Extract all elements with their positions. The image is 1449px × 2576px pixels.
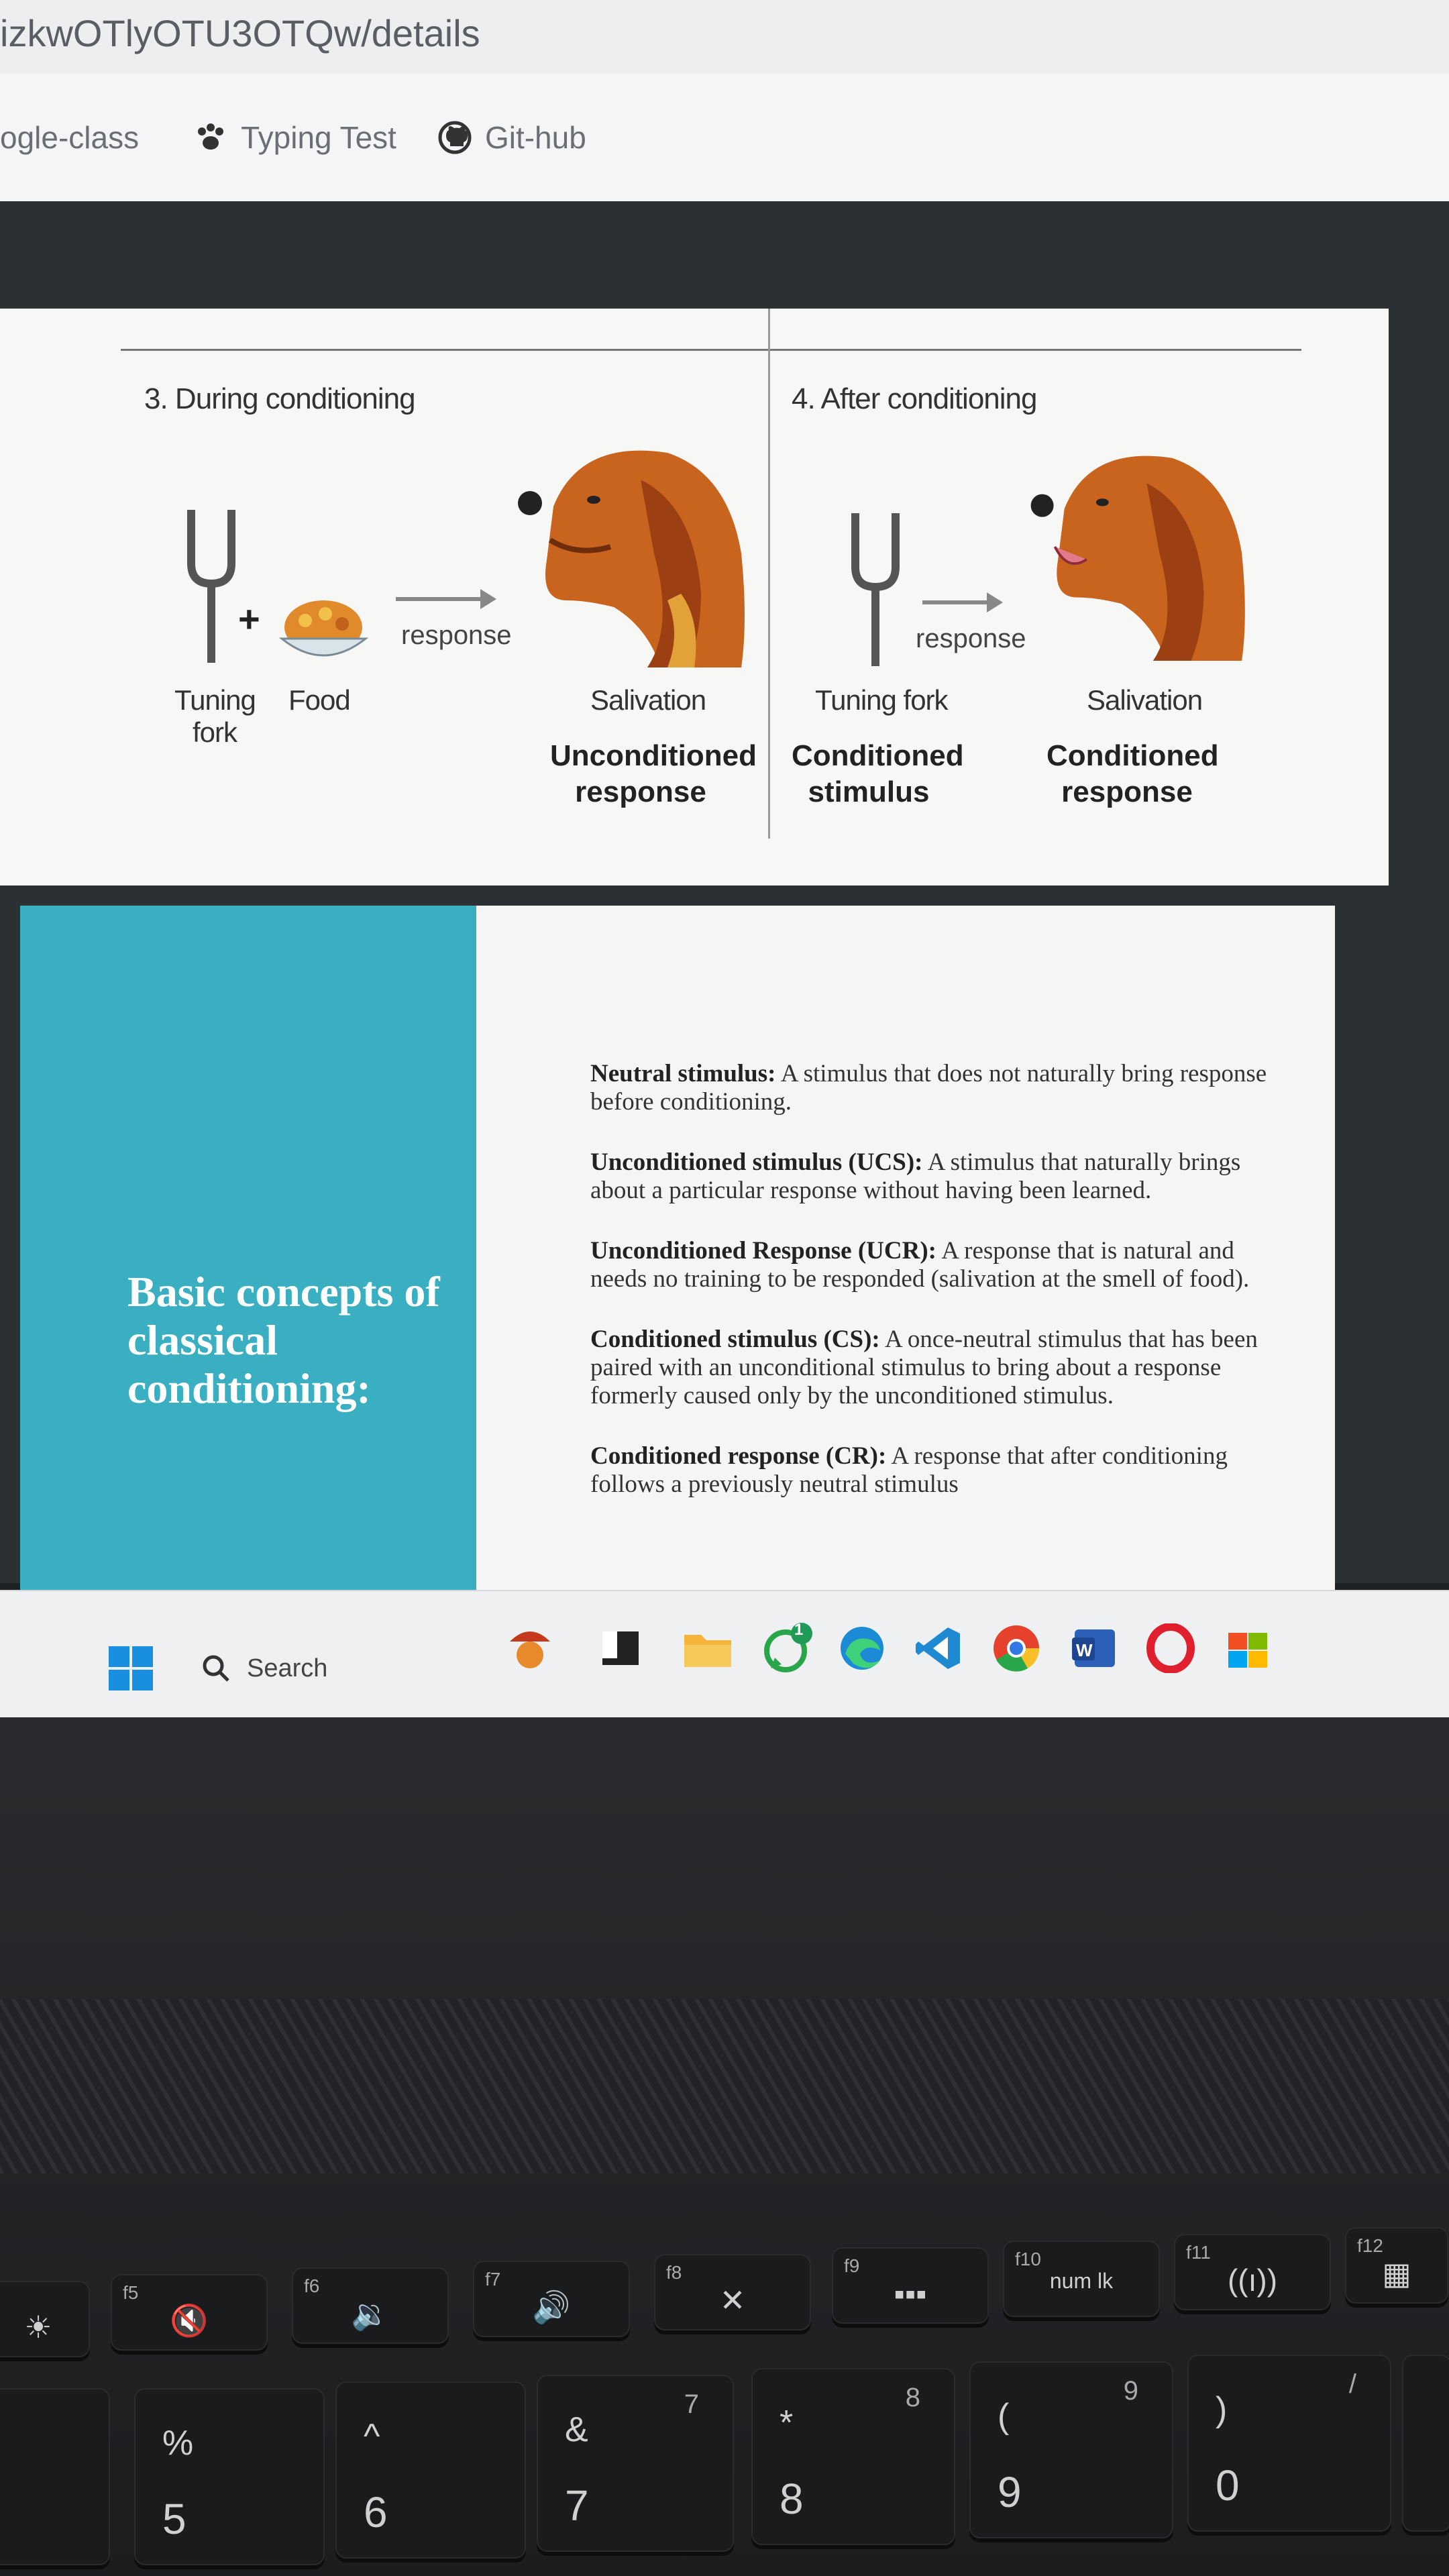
speaker-mute-icon: 🔇 [170,2303,209,2338]
bookmark-label: ogle-class [0,120,140,155]
address-bar[interactable]: izkwOTlyOTU3OTQw/details [0,0,1449,74]
svg-text:W: W [1076,1640,1093,1660]
response-label: response [401,621,512,650]
f9-key[interactable]: f9 ▪▪▪ [832,2247,989,2324]
key-minus[interactable] [1402,2355,1449,2532]
volume-up-icon: 🔊 [532,2290,571,2324]
keyboard-backlight-icon: ▪▪▪ [894,2276,927,2311]
definition-item: Unconditioned stimulus (UCS): A stimulus… [590,1148,1275,1205]
windows-start-icon[interactable] [107,1645,154,1692]
microsoft-store-icon[interactable] [1218,1618,1278,1678]
tuning-fork-caption: Tuning fork [174,684,256,748]
panel-divider [768,309,770,839]
slide-top-rule [121,349,1301,351]
key-8[interactable]: * 8 8 [751,2368,955,2545]
key-4[interactable] [0,2388,110,2565]
calendar-icon: ▦ [1382,2256,1411,2291]
dog-illustration [518,450,745,667]
mic-mute-icon: ✕ [719,2283,746,2318]
notification-badge: 1 [794,1621,804,1639]
unconditioned-response-caption: Unconditioned response [550,739,757,808]
definition-item: Conditioned stimulus (CS): A once-neutra… [590,1326,1275,1410]
airplane-mode-icon: ((ı)) [1227,2263,1278,2298]
search-label: Search [247,1654,328,1682]
brightness-key[interactable]: ☀ [0,2281,90,2357]
tuning-fork-icon [187,510,235,663]
bookmark-google-class[interactable]: ogle-class [0,119,139,156]
edge-icon[interactable] [832,1618,892,1678]
definition-term: Unconditioned Response (UCR): [590,1237,936,1265]
f10-key[interactable]: f10 num lk [1003,2241,1160,2317]
conditioned-stimulus-caption: Conditioned stimulus [792,739,964,808]
file-explorer-icon[interactable] [678,1618,738,1678]
key-5[interactable]: % 5 [134,2388,325,2565]
salivation-caption-right: Salivation [1087,684,1203,716]
response-arrow [396,589,496,609]
bookmark-label: Git-hub [484,120,586,155]
definition-list: Neutral stimulus: A stimulus that does n… [590,1060,1275,1531]
panel3-title: 3. During conditioning [144,382,416,415]
vscode-icon[interactable] [909,1618,969,1678]
terminal-icon[interactable] [590,1618,651,1678]
definition-term: Neutral stimulus: [590,1060,776,1087]
definition-item: Conditioned response (CR): A response th… [590,1442,1275,1499]
bookmark-label: Typing Test [241,120,396,155]
definition-item: Neutral stimulus: A stimulus that does n… [590,1060,1275,1116]
definition-item: Unconditioned Response (UCR): A response… [590,1237,1275,1293]
pirate-app-icon[interactable] [500,1618,560,1678]
salivation-caption-left: Salivation [590,684,706,716]
f6-key[interactable]: f6 🔉 [292,2267,449,2344]
f7-key[interactable]: f7 🔊 [473,2261,630,2337]
search-icon [203,1655,229,1682]
url-text: izkwOTlyOTU3OTQw/details [0,12,480,54]
food-caption: Food [288,684,351,716]
key-0[interactable]: ) 0 / [1187,2355,1391,2532]
definition-term: Conditioned response (CR): [590,1442,887,1470]
whatsapp-icon[interactable]: 1 [758,1618,818,1678]
volume-down-icon: 🔉 [351,2296,390,2331]
conditioning-diagram-slide: 3. During conditioning 4. After conditio… [0,309,1389,885]
response-label: response [916,624,1026,653]
conditioned-response-caption: Conditioned response [1046,739,1219,808]
panel4-title: 4. After conditioning [792,382,1037,415]
f12-key[interactable]: f12 ▦ [1345,2227,1448,2304]
f11-key[interactable]: f11 ((ı)) [1174,2234,1331,2310]
bookmark-typing-test[interactable]: Typing Test [193,119,396,156]
chrome-icon[interactable] [986,1618,1046,1678]
response-arrow [922,592,1003,612]
paw-icon [193,119,229,156]
title-panel: Basic concepts of classical conditioning… [20,906,476,1590]
brightness-icon: ☀ [24,2310,52,2345]
taskbar: Search 1 W [0,1590,1449,1719]
opera-icon[interactable] [1140,1618,1201,1678]
definition-term: Unconditioned stimulus (UCS): [590,1148,923,1176]
github-icon [437,119,473,156]
word-icon[interactable]: W [1063,1618,1124,1678]
key-6[interactable]: ^ 6 [335,2381,526,2559]
dog-illustration [1030,455,1245,661]
slide-title: Basic concepts of classical conditioning… [127,1268,440,1412]
taskbar-search[interactable]: Search [181,1631,523,1705]
key-9[interactable]: ( 9 9 [969,2361,1173,2538]
f5-key[interactable]: f5 🔇 [111,2274,268,2351]
definitions-slide: Basic concepts of classical conditioning… [20,906,1335,1590]
tuning-fork-caption-right: Tuning fork [815,684,949,716]
tuning-fork-icon [851,513,900,666]
definition-term: Conditioned stimulus (CS): [590,1326,880,1353]
bookmarks-bar: ogle-class Typing Test Git-hub [0,74,1449,203]
bookmark-github[interactable]: Git-hub [437,119,586,156]
laptop-body: ☀ f5 🔇 f6 🔉 f7 🔊 f8 ✕ f9 ▪▪▪ f10 num lk … [0,1717,1449,2576]
f8-key[interactable]: f8 ✕ [654,2254,811,2330]
speaker-grille [0,1999,1449,2174]
food-bowl-icon [278,600,369,657]
key-7[interactable]: & 7 7 [537,2375,734,2552]
plus-icon: + [238,598,260,640]
